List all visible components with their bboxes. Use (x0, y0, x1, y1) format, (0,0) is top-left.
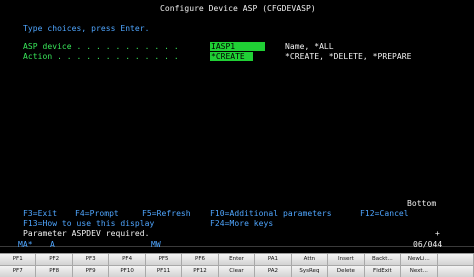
pf8-button[interactable]: PF8 (36, 266, 73, 277)
pf12-button[interactable]: PF12 (182, 266, 219, 277)
asp-device-label: ASP device . . . . . . . . . . . (23, 42, 179, 51)
more-indicator: + (435, 229, 440, 238)
keypad-bar: PF1 PF2 PF3 PF4 PF5 PF6 Enter PA1 Attn I… (0, 253, 474, 277)
screen-title: Configure Device ASP (CFGDEVASP) (160, 4, 316, 13)
f10-additional-parameters-key[interactable]: F10=Additional parameters (210, 209, 332, 218)
f24-more-keys-key[interactable]: F24=More keys (210, 219, 273, 228)
pf11-button[interactable]: PF11 (145, 266, 183, 277)
enter-button[interactable]: Enter (218, 254, 256, 266)
instructions-text: Type choices, press Enter. (23, 24, 150, 33)
pf3-button[interactable]: PF3 (72, 254, 110, 266)
f12-cancel-key[interactable]: F12=Cancel (360, 209, 409, 218)
sysreq-button[interactable]: SysReq (291, 266, 329, 277)
pf7-button[interactable]: PF7 (0, 266, 37, 277)
pa2-button[interactable]: PA2 (255, 266, 292, 277)
delete-button[interactable]: Delete (328, 266, 365, 277)
action-label: Action . . . . . . . . . . . . . (23, 52, 179, 61)
session-indicator: MA* (18, 240, 33, 249)
next-button[interactable]: Next... (401, 266, 438, 277)
message-waiting-indicator: MW (151, 240, 161, 249)
f3-exit-key[interactable]: F3=Exit (23, 209, 57, 218)
pf9-button[interactable]: PF9 (72, 266, 110, 277)
keypad-row1-end (437, 254, 474, 266)
bottom-indicator: Bottom (407, 199, 437, 208)
pa1-button[interactable]: PA1 (255, 254, 292, 266)
cursor-position: 06/044 (413, 240, 443, 249)
pf6-button[interactable]: PF6 (182, 254, 219, 266)
asp-device-input[interactable]: IASP1 (210, 42, 265, 51)
insert-button[interactable]: Insert (328, 254, 365, 266)
pf10-button[interactable]: PF10 (109, 266, 146, 277)
attn-button[interactable]: Attn (291, 254, 329, 266)
backtab-button[interactable]: Backt... (364, 254, 402, 266)
pf5-button[interactable]: PF5 (145, 254, 183, 266)
emulator-screen: Configure Device ASP (CFGDEVASP) Type ch… (0, 0, 474, 277)
f4-prompt-key[interactable]: F4=Prompt (75, 209, 119, 218)
field-exit-button[interactable]: FldExit (364, 266, 402, 277)
asp-device-hint: Name, *ALL (285, 42, 334, 51)
action-hint: *CREATE, *DELETE, *PREPARE (285, 52, 412, 61)
action-input[interactable]: *CREATE (210, 52, 253, 61)
keypad-row2-end (437, 266, 474, 277)
f5-refresh-key[interactable]: F5=Refresh (142, 209, 191, 218)
pf4-button[interactable]: PF4 (109, 254, 146, 266)
mode-indicator: A (50, 240, 55, 249)
error-message: Parameter ASPDEV required. (23, 229, 150, 238)
status-separator (0, 246, 474, 247)
f13-help-key[interactable]: F13=How to use this display (23, 219, 154, 228)
pf1-button[interactable]: PF1 (0, 254, 37, 266)
pf2-button[interactable]: PF2 (36, 254, 73, 266)
clear-button[interactable]: Clear (218, 266, 256, 277)
newline-button[interactable]: NewLi... (401, 254, 438, 266)
